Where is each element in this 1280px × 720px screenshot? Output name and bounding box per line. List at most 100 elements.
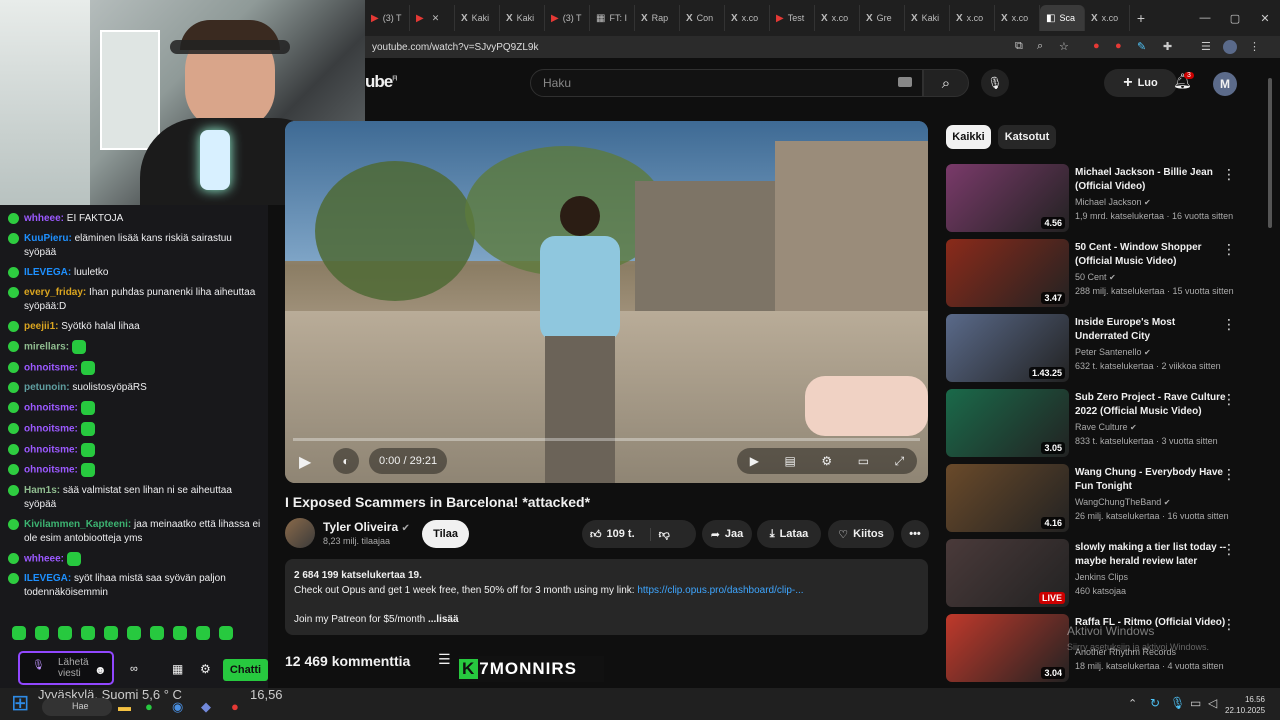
video-thumbnail[interactable]: 1.43.25 <box>946 314 1069 382</box>
channel-link[interactable]: WangChungTheBand ✔ <box>1075 495 1170 510</box>
avatar[interactable]: M <box>1213 72 1237 96</box>
filter-watched-chip[interactable]: Katsotut <box>998 125 1056 149</box>
thumbs-down-icon[interactable]: 👎︎ <box>649 527 670 541</box>
minimize-icon[interactable]: — <box>1190 12 1220 24</box>
thanks-button[interactable]: ♡ Kiitos <box>828 520 894 548</box>
more-actions-icon[interactable]: ••• <box>901 520 929 548</box>
settings-gear-icon[interactable]: ⚙ <box>821 454 832 468</box>
recommended-video[interactable]: 1.43.25 Inside Europe's Most Underrated … <box>946 314 1236 382</box>
video-thumbnail[interactable]: 3.04 <box>946 614 1069 682</box>
recommended-video[interactable]: 3.47 50 Cent - Window Shopper (Official … <box>946 239 1236 307</box>
filter-all-chip[interactable]: Kaikki <box>946 125 991 149</box>
tray-chevron-up-icon[interactable]: ⌃ <box>1128 697 1137 710</box>
volume-icon[interactable]: ◐ <box>333 448 359 474</box>
browser-tab[interactable]: X Kaki <box>455 5 500 31</box>
zoom-icon[interactable]: ⌕ <box>1037 40 1043 53</box>
new-tab-button[interactable]: + <box>1130 10 1152 26</box>
bookmark-star-icon[interactable]: ☆ <box>1059 40 1069 53</box>
share-button[interactable]: ➦ Jaa <box>702 520 752 548</box>
video-title-link[interactable]: Michael Jackson - Billie Jean (Official … <box>1075 166 1227 194</box>
channel-avatar[interactable] <box>285 518 315 548</box>
chat-username[interactable]: every_friday: <box>24 287 89 298</box>
browser-tab[interactable]: ▶ (3) T <box>365 5 410 31</box>
channel-name[interactable]: Tyler Oliveira ✔ <box>323 520 410 534</box>
subtitles-icon[interactable]: ▤ <box>785 454 796 468</box>
emote-icon[interactable] <box>58 626 72 640</box>
extension-icon[interactable]: ● <box>1115 40 1122 52</box>
channel-link[interactable]: 50 Cent ✔ <box>1075 270 1116 285</box>
chat-username[interactable]: ohnoitsme: <box>24 403 81 414</box>
emoji-icon[interactable]: ☻ <box>94 663 107 677</box>
more-options-icon[interactable]: ⋮ <box>1222 316 1236 333</box>
speaker-icon[interactable]: ◁ <box>1208 696 1217 710</box>
video-player[interactable]: ▶ ◐ 0:00 / 29:21 ▶ ▤ ⚙ ▭ ⤢ <box>285 121 928 483</box>
file-explorer-icon[interactable]: ▬ <box>118 699 131 714</box>
browser-tab[interactable]: X Gre <box>860 5 905 31</box>
emote-icon[interactable] <box>196 626 210 640</box>
chat-username[interactable]: ohnoitsme: <box>24 424 81 435</box>
chat-username[interactable]: KuuPieru: <box>24 233 75 244</box>
browser-menu-icon[interactable]: ⋮ <box>1249 40 1260 53</box>
sort-icon[interactable]: ☰ <box>438 651 451 668</box>
video-thumbnail[interactable]: 3.47 <box>946 239 1069 307</box>
emote-icon[interactable] <box>219 626 233 640</box>
video-thumbnail[interactable]: LIVE <box>946 539 1069 607</box>
chat-username[interactable]: ohnoitsme: <box>24 444 81 455</box>
emote-icon[interactable] <box>35 626 49 640</box>
channel-link[interactable]: Peter Santenello ✔ <box>1075 345 1151 360</box>
media-icon[interactable]: ☰ <box>1201 40 1211 53</box>
video-thumbnail[interactable]: 4.16 <box>946 464 1069 532</box>
miniplayer-icon[interactable]: ▭ <box>858 454 869 468</box>
browser-tab[interactable]: Xx.co <box>815 5 860 31</box>
thumbs-up-icon[interactable]: 👍︎ <box>590 528 602 541</box>
video-title-link[interactable]: Sub Zero Project - Rave Culture 2022 (Of… <box>1075 391 1227 419</box>
address-bar[interactable]: youtube.com/watch?v=SJvyPQ9ZL9k ⧉ ⌕ ☆ ● … <box>365 36 1280 58</box>
chat-username[interactable]: petunoin: <box>24 382 72 393</box>
url-text[interactable]: youtube.com/watch?v=SJvyPQ9ZL9k <box>372 42 538 53</box>
store-icon[interactable]: ▦ <box>172 662 183 676</box>
chat-username[interactable]: Ham1s: <box>24 485 63 496</box>
description-link[interactable]: https://clip.opus.pro/dashboard/clip-... <box>637 585 803 596</box>
video-title-link[interactable]: slowly making a tier list today -- maybe… <box>1075 541 1227 569</box>
chat-username[interactable]: mirellars: <box>24 342 72 353</box>
chat-username[interactable]: ohnoitsme: <box>24 362 81 373</box>
install-icon[interactable]: ⧉ <box>1015 40 1023 53</box>
more-options-icon[interactable]: ⋮ <box>1222 616 1236 633</box>
browser-tab[interactable]: X Rap <box>635 5 680 31</box>
keyboard-icon[interactable] <box>898 77 912 87</box>
mic-icon[interactable]: 🎙︎ <box>32 660 45 671</box>
browser-tab[interactable]: ▶ Test <box>770 5 815 31</box>
extension-icon[interactable]: ● <box>1093 40 1100 52</box>
autoplay-icon[interactable]: ▶ <box>750 454 759 468</box>
network-icon[interactable]: ▭ <box>1190 696 1201 710</box>
chat-settings-icon[interactable]: ⚙ <box>200 662 211 676</box>
emote-icon[interactable] <box>81 626 95 640</box>
more-options-icon[interactable]: ⋮ <box>1222 466 1236 483</box>
taskbar-search-input[interactable]: Hae <box>42 698 112 716</box>
profile-icon[interactable] <box>1223 40 1237 54</box>
system-clock[interactable]: 16.56 22.10.2025 <box>1225 694 1265 716</box>
browser-tab[interactable]: Xx.co <box>725 5 770 31</box>
chat-username[interactable]: ohnoitsme: <box>24 465 81 476</box>
extension-icon[interactable]: ✎ <box>1137 40 1146 53</box>
create-button[interactable]: + Luo <box>1104 69 1177 97</box>
browser-tab[interactable]: X Kaki <box>905 5 950 31</box>
show-more-link[interactable]: ...lisää <box>428 614 459 625</box>
video-title-link[interactable]: Inside Europe's Most Underrated City <box>1075 316 1227 344</box>
tray-app-icon[interactable]: ↻ <box>1150 696 1160 710</box>
recommended-video[interactable]: 4.16 Wang Chung - Everybody Have Fun Ton… <box>946 464 1236 532</box>
windows-start-icon[interactable]: ⊞ <box>11 690 29 716</box>
browser-tab[interactable]: ▶ (3) T <box>545 5 590 31</box>
extensions-puzzle-icon[interactable]: ✚ <box>1163 40 1172 53</box>
browser-tab[interactable]: X Con <box>680 5 725 31</box>
recommended-video[interactable]: LIVE slowly making a tier list today -- … <box>946 539 1236 607</box>
chat-username[interactable]: Kivilammen_Kapteeni: <box>24 519 134 530</box>
subscribe-button[interactable]: Tilaa <box>422 520 469 548</box>
browser-tab[interactable]: ▶ ✕ <box>410 5 455 31</box>
search-input[interactable]: Haku <box>530 69 923 97</box>
channel-link[interactable]: Jenkins Clips <box>1075 570 1128 584</box>
like-count[interactable]: 109 t. <box>607 528 635 540</box>
emote-icon[interactable] <box>127 626 141 640</box>
browser-tab[interactable]: X Kaki <box>500 5 545 31</box>
browser-tab[interactable]: ◧ Sca <box>1040 5 1085 31</box>
